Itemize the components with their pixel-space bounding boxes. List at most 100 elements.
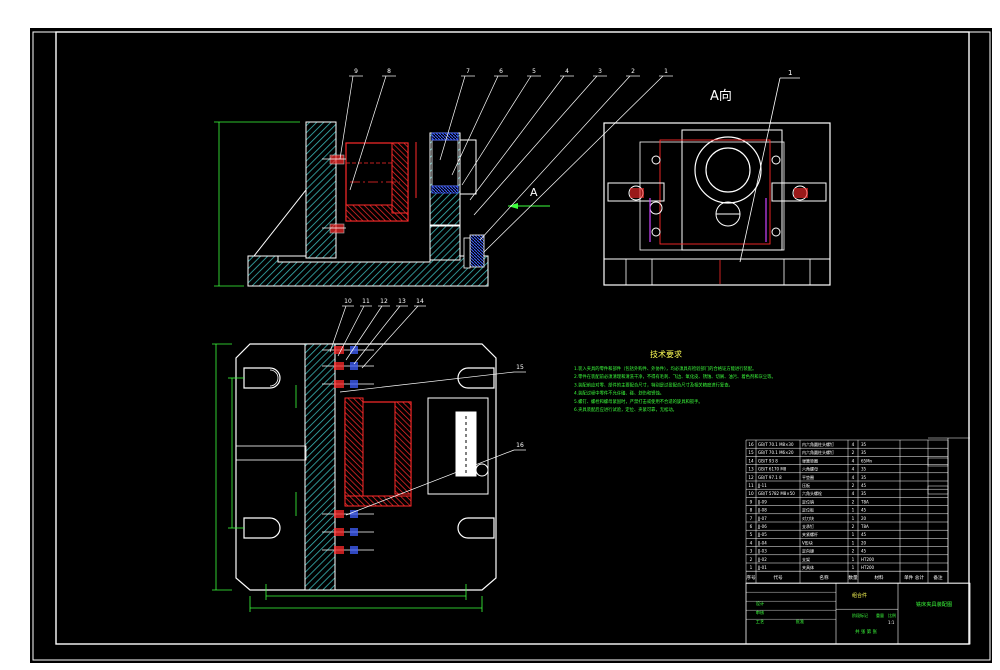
parts-code: GB/T 70.1 M6×20	[758, 450, 794, 455]
parts-code: JJ-11	[757, 483, 767, 488]
right-bolt	[469, 234, 485, 268]
parts-material: HT200	[861, 557, 875, 562]
parts-name: 六角螺母	[802, 466, 818, 472]
plan-bolt-nut	[350, 528, 358, 536]
balloon-label: 6	[499, 68, 503, 75]
parts-seq: 7	[750, 516, 753, 521]
parts-name: 弹簧垫圈	[802, 457, 818, 463]
parts-seq: 9	[750, 499, 753, 504]
parts-material: T8A	[860, 524, 869, 529]
parts-code: GB/T 70.1 M8×30	[758, 442, 794, 447]
balloon-label: 11	[362, 298, 370, 305]
parts-code: JJ-08	[757, 508, 767, 513]
a-view-balloon-label: 1	[788, 69, 792, 77]
tech-req-line: 5.螺钉、螺栓和螺母紧固时，严禁打击或使用不合适的旋具和扳手。	[574, 398, 703, 405]
parts-code: GB/T 5782 M8×50	[758, 491, 795, 496]
parts-seq: 14	[748, 458, 754, 463]
parts-seq: 13	[748, 467, 754, 472]
parts-name: 定向键	[802, 548, 814, 554]
parts-qty: 1	[852, 540, 855, 545]
view-arrow-letter: A	[530, 186, 538, 199]
vertical-column-section	[305, 121, 337, 259]
parts-qty: 1	[852, 532, 855, 537]
plan-bolt-head	[334, 362, 344, 370]
parts-qty: 1	[852, 516, 855, 521]
parts-seq: 15	[748, 450, 754, 455]
parts-header-cell: 备注	[933, 574, 943, 581]
parts-name: 支架	[802, 556, 810, 562]
parts-seq: 5	[750, 532, 753, 537]
weight-label: 重量	[876, 612, 884, 618]
parts-name: V形块	[802, 539, 813, 545]
balloon-label: 16	[516, 442, 524, 449]
parts-qty: 2	[852, 524, 855, 529]
parts-name: 内六角圆柱头螺钉	[802, 449, 834, 455]
parts-material: T8A	[860, 499, 869, 504]
parts-code: JJ-03	[757, 549, 767, 554]
parts-seq: 2	[750, 557, 753, 562]
parts-code: JJ-04	[757, 540, 767, 545]
parts-seq: 8	[750, 508, 753, 513]
parts-material: 35	[861, 442, 867, 447]
sheet-label: 共 张 第 张	[855, 628, 877, 635]
parts-header-cell: 名称	[819, 574, 829, 581]
parts-header-cell: 序号	[746, 574, 756, 581]
balloon-label: 3	[598, 68, 602, 75]
parts-seq: 3	[750, 549, 753, 554]
parts-code: GB/T 97.1 8	[758, 475, 782, 480]
material-cell: 组合件	[852, 592, 867, 599]
plan-bolt-nut	[350, 546, 358, 554]
parts-code: JJ-09	[757, 499, 767, 504]
parts-name: 内六角圆柱头螺钉	[802, 441, 834, 447]
parts-material: 65Mn	[861, 458, 873, 463]
part-name: 铣床夹具装配图	[916, 600, 952, 608]
plan-bolt-nut	[350, 510, 358, 518]
parts-qty: 1	[852, 508, 855, 513]
balloon-label: 2	[631, 68, 635, 75]
parts-qty: 4	[852, 442, 855, 447]
parts-qty: 4	[852, 458, 855, 463]
balloon-label: 4	[565, 68, 569, 75]
parts-name: 支承钉	[802, 523, 814, 529]
parts-name: 平垫圈	[802, 474, 814, 480]
parts-qty: 2	[852, 549, 855, 554]
tech-req-line: 3.装配前应对零、部件的主要配合尺寸，特别是过盈配合尺寸及相关精度进行复查。	[574, 381, 733, 388]
parts-seq: 10	[748, 491, 754, 496]
right-support-section	[429, 225, 461, 261]
parts-material: 45	[861, 532, 867, 537]
plan-bolt-nut	[350, 380, 358, 388]
balloon-label: 12	[380, 298, 388, 305]
parts-name: 定位板	[802, 507, 814, 513]
parts-seq: 16	[748, 442, 754, 447]
parts-qty: 2	[852, 499, 855, 504]
parts-material: 35	[861, 467, 867, 472]
parts-material: HT200	[861, 565, 875, 570]
plan-bolt-head	[334, 380, 344, 388]
plan-bolt-head	[334, 546, 344, 554]
balloon-label: 14	[416, 298, 424, 305]
parts-material: 45	[861, 549, 867, 554]
plan-bolt-head	[334, 510, 344, 518]
model-space	[30, 28, 992, 663]
parts-material: 35	[861, 475, 867, 480]
approval-label: 工艺	[756, 619, 764, 624]
plan-column-section	[304, 343, 336, 591]
balloon-label: 7	[466, 68, 470, 75]
parts-qty: 1	[852, 557, 855, 562]
parts-code: JJ-06	[757, 524, 767, 529]
parts-material: 45	[861, 483, 867, 488]
parts-name: 对刀块	[802, 515, 814, 521]
a-view-title: A向	[710, 88, 732, 104]
parts-header-cell: 材料	[874, 574, 884, 581]
parts-qty: 2	[852, 450, 855, 455]
tech-req-title: 技术要求	[650, 349, 682, 359]
parts-code: GB/T 93 8	[758, 458, 778, 463]
parts-material: 45	[861, 508, 867, 513]
parts-qty: 4	[852, 475, 855, 480]
parts-header-cell: 数量	[848, 574, 858, 581]
parts-material: 35	[861, 491, 867, 496]
parts-code: GB/T 6170 M8	[758, 467, 787, 472]
cad-drawing-window: A 9 8 7 6 5 4 3 2 1 A向 1 10 11 12 13 14 15 16 技术…	[0, 0, 1000, 666]
cad-drawing-canvas[interactable]: A 9 8 7 6 5 4 3 2 1 A向 1 10 11 12 13 141516 技术要求…	[0, 0, 1000, 666]
approval-label: 批准	[796, 618, 804, 625]
